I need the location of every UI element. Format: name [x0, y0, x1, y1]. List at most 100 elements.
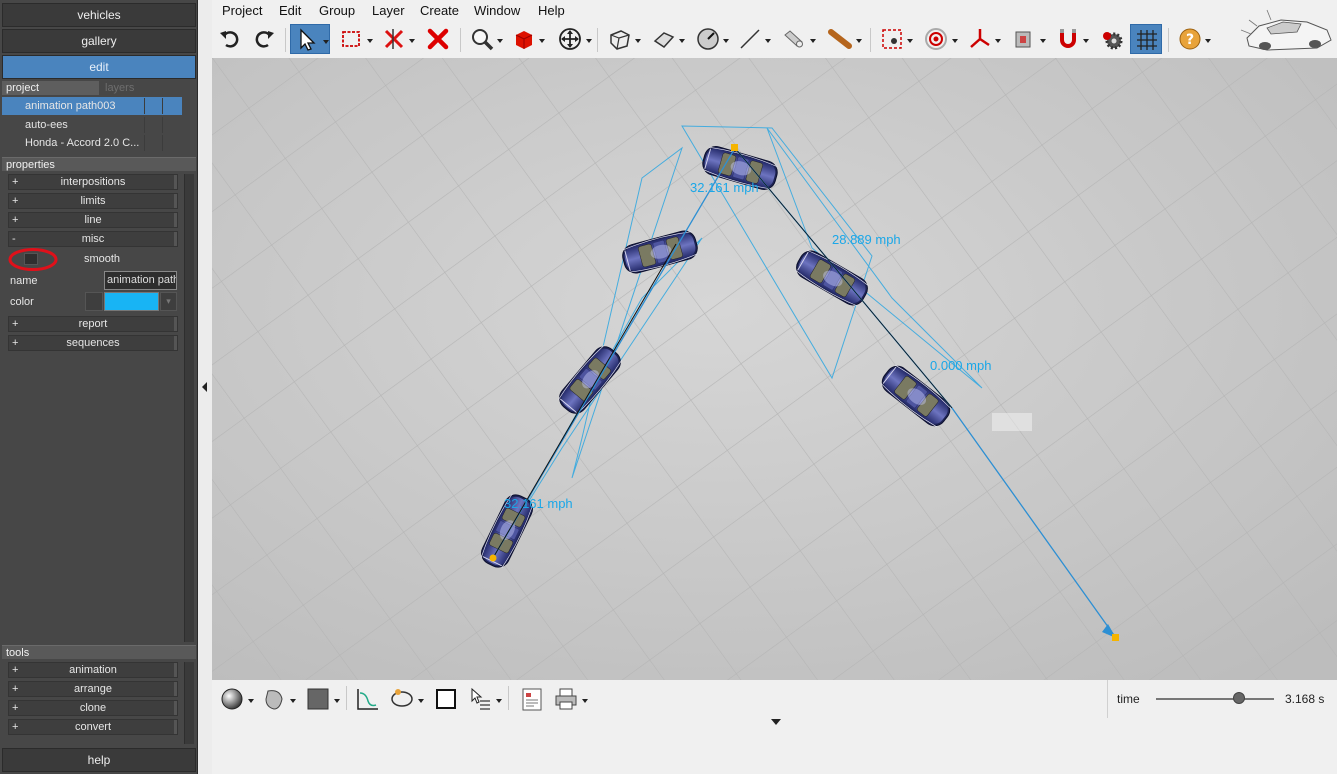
grid-icon[interactable] [1130, 24, 1162, 54]
red-cube-icon[interactable] [508, 24, 545, 54]
delete-point-icon[interactable] [378, 24, 415, 54]
expand-icon: + [12, 176, 19, 188]
tab-layers[interactable]: layers [99, 81, 196, 95]
expand-icon: + [12, 318, 19, 330]
lock-toggle[interactable] [162, 98, 180, 114]
tab-project[interactable]: project [2, 81, 99, 95]
line-label: line [84, 214, 102, 226]
time-slider[interactable] [1156, 698, 1274, 700]
panel-collapse-strip[interactable] [198, 0, 212, 774]
tool-clone-row[interactable]: + clone [8, 700, 178, 716]
box-icon[interactable] [604, 24, 641, 54]
expand-icon: + [12, 195, 19, 207]
square-icon[interactable] [430, 684, 464, 714]
project-item-auto-ees[interactable]: auto-ees [2, 116, 182, 134]
name-field[interactable]: animation path [104, 271, 177, 290]
color-dropdown-icon[interactable]: ▾ [160, 292, 177, 311]
properties-scrollbar[interactable] [184, 174, 194, 642]
target-circle-icon[interactable] [920, 24, 958, 54]
stick-icon[interactable] [824, 24, 862, 54]
delete-x-icon[interactable] [422, 24, 454, 54]
menu-edit[interactable]: Edit [279, 3, 301, 18]
project-item-animation-path[interactable]: animation path003 [2, 97, 182, 115]
project-item-label: animation path003 [25, 100, 116, 112]
time-label: time [1117, 692, 1140, 706]
lock-toggle[interactable] [162, 135, 180, 151]
select-arrow-icon[interactable] [290, 24, 330, 54]
color-swatch-icon[interactable] [302, 684, 340, 714]
speed-label-4: 32.161 mph [504, 496, 573, 511]
svg-text:?: ? [1186, 32, 1194, 48]
color-eyedropper[interactable] [85, 292, 103, 311]
menu-create[interactable]: Create [420, 3, 459, 18]
move-icon[interactable] [554, 24, 592, 54]
limits-label: limits [80, 195, 106, 207]
target-square-icon[interactable] [876, 24, 913, 54]
camera-icon[interactable] [1008, 24, 1046, 54]
time-value: 3.168 s [1285, 692, 1325, 706]
expand-icon: + [12, 664, 19, 676]
expand-bottom-icon[interactable] [771, 719, 781, 725]
scene-canvas[interactable]: 32.161 mph 28.889 mph 0.000 mph 32.161 m… [212, 58, 1337, 680]
axes-icon[interactable] [964, 24, 1001, 54]
tool-label: arrange [74, 683, 112, 695]
plane-icon[interactable] [648, 24, 685, 54]
graph-icon[interactable] [352, 684, 386, 714]
line-icon[interactable] [734, 24, 771, 54]
collapse-arrow-icon[interactable] [202, 382, 207, 392]
vehicles-button[interactable]: vehicles [2, 3, 196, 27]
main-toolbar: ? [212, 9, 1337, 58]
menu-project[interactable]: Project [222, 3, 262, 18]
gears-icon[interactable] [1096, 24, 1128, 54]
collapse-icon: - [12, 233, 16, 245]
shape-icon[interactable] [258, 684, 296, 714]
undo-icon[interactable] [214, 24, 246, 54]
sequences-row[interactable]: + sequences [8, 335, 178, 351]
gauge-icon[interactable] [692, 24, 729, 54]
tool-label: clone [79, 702, 107, 714]
expand-icon: + [12, 337, 19, 349]
lock-toggle[interactable] [162, 117, 180, 133]
help-button[interactable]: help [2, 748, 196, 772]
line-row[interactable]: + line [8, 212, 178, 228]
magnet-icon[interactable] [1052, 24, 1089, 54]
help-icon[interactable]: ? [1174, 24, 1211, 54]
report-icon[interactable] [516, 684, 550, 714]
menu-help[interactable]: Help [538, 3, 565, 18]
lasso-icon[interactable] [386, 684, 424, 714]
zoom-icon[interactable] [466, 24, 503, 54]
edit-button[interactable]: edit [2, 55, 196, 79]
menu-window[interactable]: Window [474, 3, 520, 18]
redo-icon[interactable] [248, 24, 280, 54]
speed-label-3: 0.000 mph [930, 358, 991, 373]
color-label: color [10, 296, 34, 308]
tool-animation-row[interactable]: + animation [8, 662, 178, 678]
tool-convert-row[interactable]: + convert [8, 719, 178, 735]
project-item-label: auto-ees [25, 119, 68, 131]
cylinder-icon[interactable] [778, 24, 816, 54]
print-icon[interactable] [550, 684, 588, 714]
tool-arrange-row[interactable]: + arrange [8, 681, 178, 697]
3d-viewport[interactable]: 32.161 mph 28.889 mph 0.000 mph 32.161 m… [212, 58, 1337, 680]
report-row[interactable]: + report [8, 316, 178, 332]
annotation-ellipse [8, 248, 58, 271]
time-slider-thumb[interactable] [1232, 692, 1245, 704]
interpositions-row[interactable]: + interpositions [8, 174, 178, 190]
project-item-label: Honda - Accord 2.0 C... [25, 137, 140, 149]
misc-row[interactable]: - misc [8, 231, 178, 247]
limits-row[interactable]: + limits [8, 193, 178, 209]
menu-layer[interactable]: Layer [372, 3, 405, 18]
visibility-toggle[interactable] [144, 117, 162, 133]
visibility-toggle[interactable] [144, 135, 162, 151]
app-logo-car-icon [1240, 9, 1332, 51]
menu-group[interactable]: Group [319, 3, 355, 18]
rectangle-select-icon[interactable] [336, 24, 373, 54]
project-item-honda-accord[interactable]: Honda - Accord 2.0 C... [2, 134, 182, 152]
sphere-icon[interactable] [216, 684, 254, 714]
color-swatch[interactable] [104, 292, 159, 311]
cursor-list-icon[interactable] [464, 684, 502, 714]
gallery-button[interactable]: gallery [2, 29, 196, 53]
expand-icon: + [12, 683, 19, 695]
visibility-toggle[interactable] [144, 98, 162, 114]
tools-scrollbar[interactable] [184, 662, 194, 744]
